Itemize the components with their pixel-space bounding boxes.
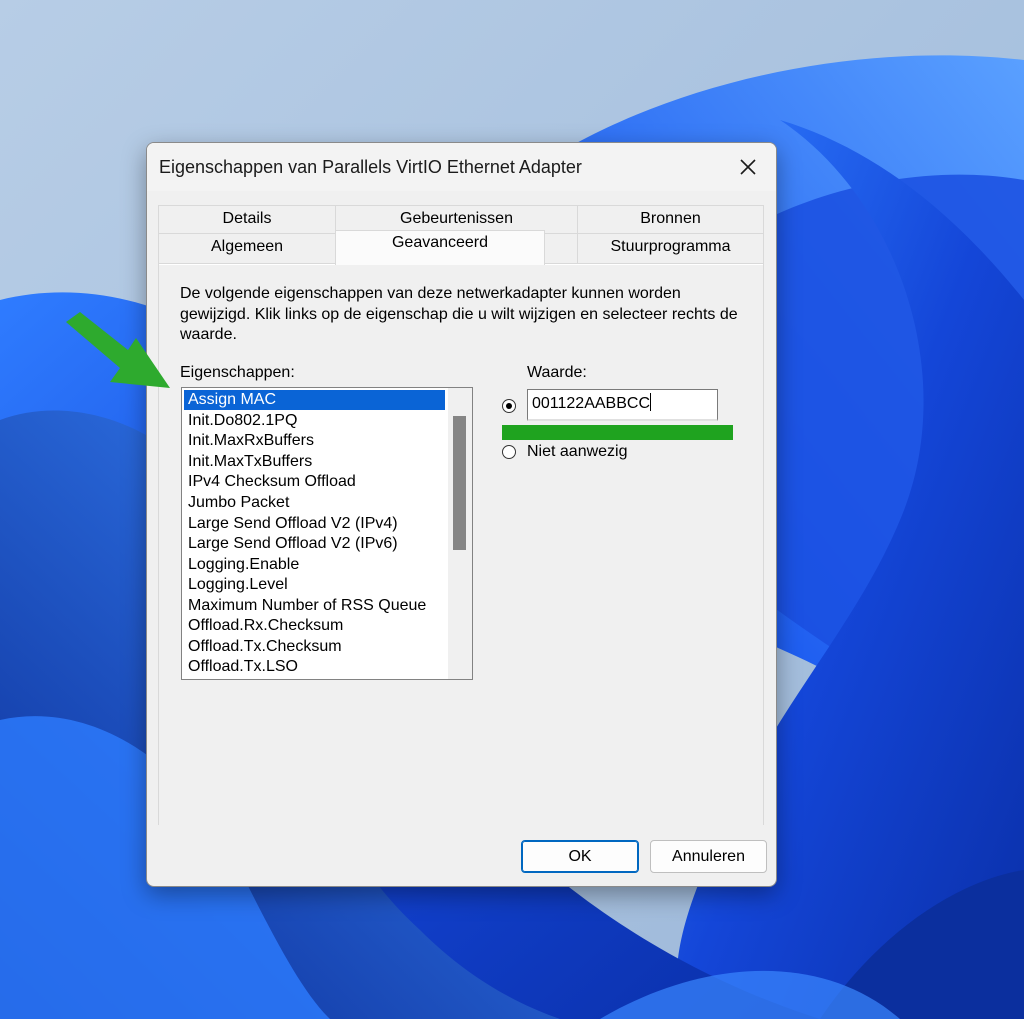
list-item-assign-mac[interactable]: Assign MAC: [184, 390, 445, 410]
listbox-scrollbar[interactable]: [448, 388, 472, 679]
list-item[interactable]: Init.Do802.1PQ: [184, 411, 445, 431]
properties-label: Eigenschappen:: [180, 364, 295, 381]
list-item[interactable]: Logging.Enable: [184, 555, 445, 575]
list-item[interactable]: Maximum Number of RSS Queue: [184, 596, 445, 616]
list-item[interactable]: Large Send Offload V2 (IPv6): [184, 534, 445, 554]
text-caret: [650, 393, 651, 411]
green-highlight-bar: [502, 425, 733, 440]
green-arrow-icon: [66, 312, 170, 388]
close-icon: [740, 159, 756, 175]
list-item[interactable]: Offload.Tx.LSO: [184, 657, 445, 677]
tab-advanced[interactable]: Geavanceerd: [335, 230, 545, 265]
tab-driver[interactable]: Stuurprogramma: [577, 233, 764, 264]
title-bar: Eigenschappen van Parallels VirtIO Ether…: [147, 143, 776, 191]
tab-details[interactable]: Details: [158, 205, 336, 234]
properties-dialog: Eigenschappen van Parallels VirtIO Ether…: [146, 142, 777, 887]
radio-selected-dot: [506, 403, 512, 409]
not-present-label[interactable]: Niet aanwezig: [527, 443, 628, 461]
list-item[interactable]: IPv4 Checksum Offload: [184, 472, 445, 492]
list-item[interactable]: Init.MaxRxBuffers: [184, 431, 445, 451]
ok-button[interactable]: OK: [521, 840, 639, 873]
advanced-description: De volgende eigenschappen van deze netwe…: [180, 285, 738, 343]
value-radio[interactable]: [502, 399, 516, 413]
list-item[interactable]: Offload.Tx.Checksum: [184, 637, 445, 657]
tab-general[interactable]: Algemeen: [158, 233, 336, 264]
not-present-radio[interactable]: [502, 445, 516, 459]
list-item[interactable]: Init.MaxTxBuffers: [184, 452, 445, 472]
cancel-button[interactable]: Annuleren: [650, 840, 767, 873]
value-text: 001122AABBCC: [532, 395, 650, 412]
properties-listbox[interactable]: Assign MAC Init.Do802.1PQ Init.MaxRxBuff…: [181, 387, 473, 680]
close-button[interactable]: [728, 149, 768, 185]
list-item[interactable]: Large Send Offload V2 (IPv4): [184, 514, 445, 534]
value-label: Waarde:: [527, 364, 587, 381]
list-item[interactable]: Logging.Level: [184, 575, 445, 595]
tab-resources[interactable]: Bronnen: [577, 205, 764, 234]
dialog-title: Eigenschappen van Parallels VirtIO Ether…: [159, 157, 582, 177]
list-item[interactable]: Jumbo Packet: [184, 493, 445, 513]
list-item[interactable]: Offload.Rx.Checksum: [184, 616, 445, 636]
scrollbar-thumb[interactable]: [453, 416, 466, 550]
value-input[interactable]: 001122AABBCC: [527, 389, 718, 421]
